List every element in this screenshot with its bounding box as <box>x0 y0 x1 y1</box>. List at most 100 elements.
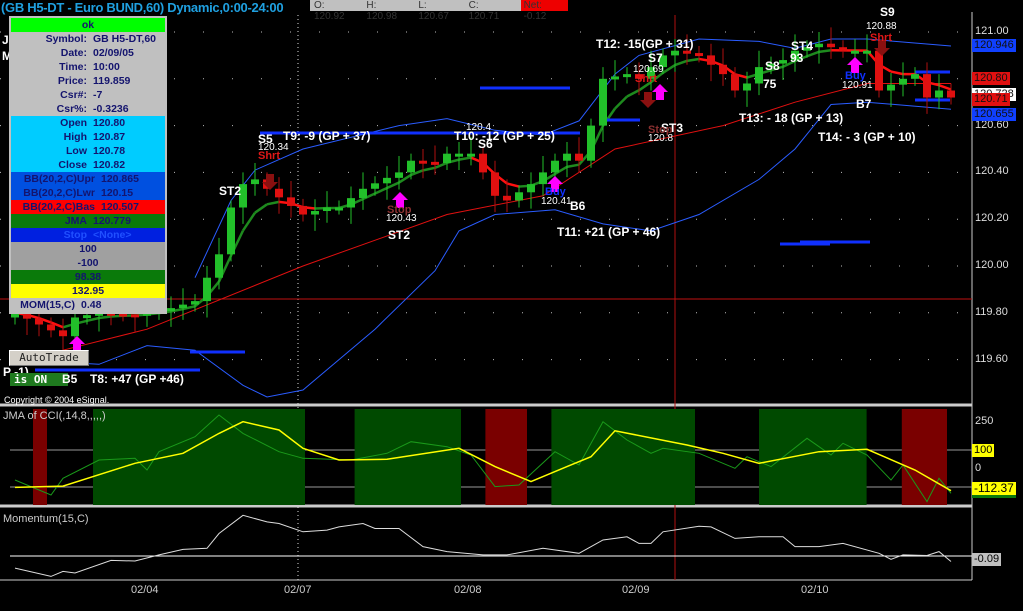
candle-body <box>599 78 607 126</box>
candle-body <box>467 153 475 157</box>
jma-segment <box>626 89 640 98</box>
data-window-value: 132.95 <box>71 285 105 297</box>
chart-annotation: T14: - 3 (GP + 10) <box>818 130 916 144</box>
candle-body <box>83 315 91 319</box>
candle-body <box>827 43 835 48</box>
candle-body <box>275 188 283 198</box>
price-tick: 120.00 <box>975 259 1009 271</box>
data-window-key: Open <box>60 117 87 129</box>
candle-body <box>575 153 583 161</box>
data-window-value: 120.779 <box>93 215 131 227</box>
data-window-row: Low 120.78 <box>11 144 165 158</box>
candle-body <box>503 195 511 201</box>
data-window-key: BB(20,2,C)Bas <box>22 201 95 213</box>
candle-body <box>527 184 535 193</box>
candle-body <box>383 177 391 184</box>
data-window-row: MOM(15,C) 0.48 <box>11 298 165 312</box>
data-window-ok: ok <box>11 18 165 32</box>
data-window-value: 120.87 <box>93 131 126 143</box>
candle-body <box>539 172 547 185</box>
data-window-value: 02/09/05 <box>93 47 134 59</box>
candle-body <box>875 50 883 91</box>
candle-body <box>935 90 943 98</box>
candle-body <box>431 161 439 165</box>
buy-arrow-icon <box>652 84 668 100</box>
autotrade-button[interactable]: AutoTrade <box>9 350 89 366</box>
candle-body <box>407 160 415 173</box>
candle-body <box>563 153 571 161</box>
candle-body <box>35 318 43 325</box>
open-value: O: 120.92 <box>314 0 345 22</box>
price-tag-upper: 120.946 <box>972 38 1016 52</box>
data-window-key: Date: <box>60 47 87 59</box>
jma-segment <box>890 70 904 76</box>
data-window-key: MOM(15,C) <box>20 299 75 311</box>
copyright: Copyright © 2004 eSignal. <box>4 395 110 405</box>
date-label: 02/08 <box>454 584 482 596</box>
candle-body <box>443 153 451 164</box>
signal-label-stop: Stop <box>648 124 673 136</box>
jma-segment <box>386 181 400 190</box>
cci-zone <box>354 409 461 505</box>
momentum-line <box>14 514 952 577</box>
jma-segment <box>566 163 580 169</box>
chart-annotation: B7 <box>856 97 872 111</box>
chart-annotation: T8: +47 (GP +46) <box>90 372 184 386</box>
chart-annotation: 120.4 <box>466 122 492 133</box>
data-window-value: 10:00 <box>93 61 120 73</box>
candle-body <box>743 83 751 91</box>
data-window[interactable]: ok Symbol: GB H5-DT,60 Date: 02/09/05 Time: 10… <box>9 16 167 314</box>
data-window-value: 120.82 <box>93 159 126 171</box>
data-window-value: GB H5-DT,60 <box>93 33 157 45</box>
data-window-row: Csr#: -7 <box>11 88 165 102</box>
data-window-row: BB(20,2,C)Lwr 120.15 <box>11 186 165 200</box>
chart-annotation: B5 <box>62 372 78 386</box>
data-window-key: Csr%: <box>56 103 87 115</box>
data-window-key: JMA <box>64 215 87 227</box>
candle-body <box>203 277 211 302</box>
candle-body <box>47 324 55 331</box>
chart-annotation: T13: - 18 (GP + 13) <box>739 111 844 125</box>
candle-body <box>311 211 319 215</box>
cci-panel-title: JMA of CCI(,14,8,,,,,) <box>3 410 106 422</box>
data-window-value: 120.507 <box>101 201 139 213</box>
close-value: C: 120.71 <box>468 0 500 22</box>
date-label: 02/10 <box>801 584 829 596</box>
candle-body <box>491 172 499 196</box>
candle-body <box>71 317 79 337</box>
jma-segment <box>686 57 700 63</box>
candle-body <box>731 74 739 91</box>
data-window-key: Symbol: <box>45 33 87 45</box>
price-tick: 119.60 <box>975 352 1008 365</box>
candle-body <box>839 47 847 51</box>
candle-body <box>851 50 859 54</box>
candle-body <box>359 188 367 199</box>
data-window-value: 98.38 <box>74 271 102 283</box>
cci-zone <box>93 409 305 505</box>
price-tick: 120.20 <box>975 212 1009 225</box>
price-tag-lower: 120.655 <box>972 107 1016 121</box>
data-window-value: -100 <box>77 257 99 269</box>
price-tick: 120.40 <box>975 165 1009 178</box>
price-tick: 121.00 <box>975 25 1009 37</box>
chart-annotation: S6 <box>478 137 493 151</box>
candle-body <box>191 301 199 305</box>
cci-tick: 0 <box>975 462 982 474</box>
candle-body <box>299 205 307 215</box>
candle-body <box>395 172 403 178</box>
candle-body <box>551 160 559 173</box>
cci-value-tag: -112.37 <box>972 482 1016 498</box>
data-window-key: BB(20,2,C)Lwr <box>23 187 95 199</box>
candle-body <box>167 308 175 312</box>
chart-title: (GB H5-DT - Euro BUND,60) Dynamic,0:00-2… <box>1 0 284 15</box>
data-window-row: High 120.87 <box>11 130 165 144</box>
candle-body <box>899 78 907 85</box>
candle-body <box>455 153 463 157</box>
data-window-value: 120.80 <box>93 117 126 129</box>
jma-segment <box>254 203 268 214</box>
candle-body <box>587 125 595 161</box>
data-window-value: 120.15 <box>101 187 134 199</box>
jma-segment <box>506 182 520 188</box>
data-window-row: Date: 02/09/05 <box>11 46 165 60</box>
data-window-row: BB(20,2,C)Upr 120.865 <box>11 172 165 186</box>
